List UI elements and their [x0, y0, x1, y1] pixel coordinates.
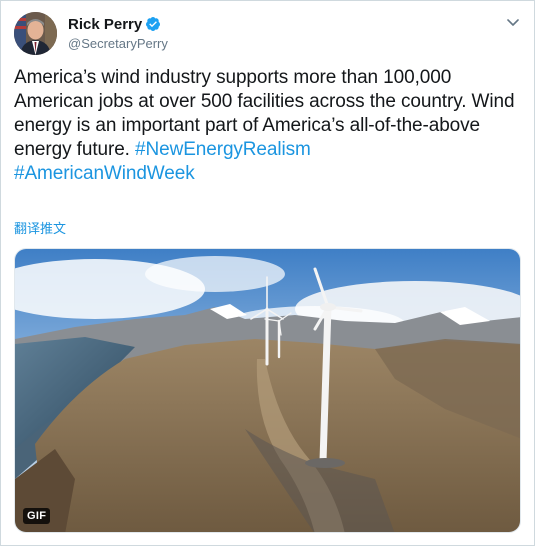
author-handle[interactable]: @SecretaryPerry — [68, 36, 168, 51]
translate-tweet-link[interactable]: 翻译推文 — [14, 218, 66, 237]
chevron-down-icon[interactable] — [505, 14, 521, 30]
avatar[interactable] — [14, 12, 57, 55]
author-block[interactable]: Rick Perry @SecretaryPerry — [68, 14, 168, 52]
hashtag-new-energy-realism[interactable]: #NewEnergyRealism — [135, 139, 311, 160]
tweet-text: America’s wind industry supports more th… — [14, 66, 524, 186]
hashtag-american-wind-week[interactable]: #AmericanWindWeek — [14, 163, 195, 184]
media-gif[interactable]: GIF — [14, 248, 521, 533]
verified-badge-icon — [145, 16, 161, 32]
wind-turbine-image — [15, 249, 520, 532]
author-name[interactable]: Rick Perry — [68, 16, 142, 33]
tweet-card: Rick Perry @SecretaryPerry America’s win… — [0, 0, 535, 546]
gif-badge: GIF — [23, 508, 51, 524]
